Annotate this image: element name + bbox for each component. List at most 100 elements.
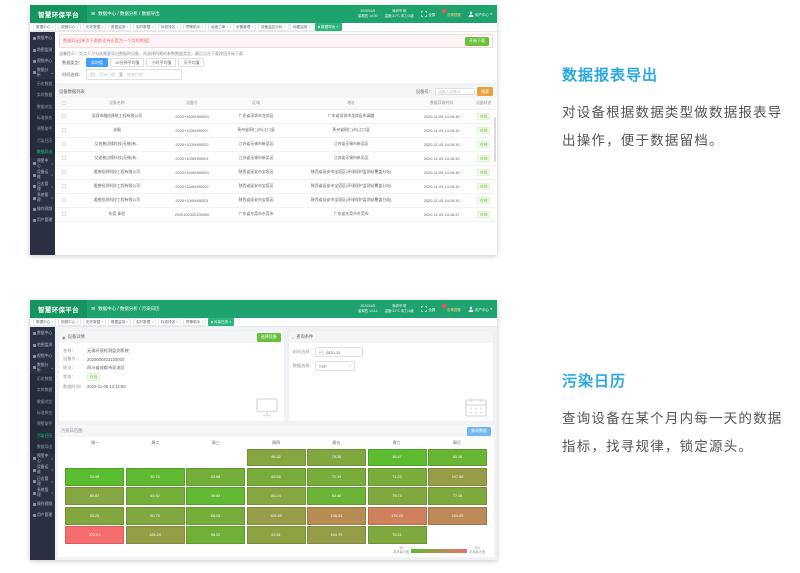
close-icon[interactable]: × [76, 320, 78, 324]
close-icon[interactable]: × [151, 320, 153, 324]
tab[interactable]: 数据中心× [33, 23, 56, 31]
calendar-cell[interactable]: 85.87 [65, 487, 124, 505]
tab[interactable]: 数据监测× [108, 318, 131, 326]
sidebar-item[interactable]: 日志管理▾ [30, 476, 55, 487]
calendar-cell[interactable]: 39.82 [186, 487, 245, 505]
sidebar-item[interactable]: 设备运维▾ [30, 465, 55, 476]
close-icon[interactable]: × [126, 25, 128, 29]
calendar-cell[interactable]: 92.61 [247, 526, 306, 544]
tab[interactable]: 实时数据× [133, 23, 156, 31]
tab[interactable]: 设备监控分析× [258, 23, 289, 31]
tab[interactable]: 视频中心× [58, 23, 81, 31]
data-type-select[interactable]: TSP ▾ [315, 361, 355, 371]
tab-active[interactable]: 数据导出× [315, 23, 341, 31]
close-icon[interactable]: × [51, 25, 53, 29]
tab[interactable]: 运维工单× [208, 23, 231, 31]
menu-toggle-icon[interactable]: ≡ [91, 306, 95, 313]
tab[interactable]: 预警助手× [183, 23, 206, 31]
calendar-cell[interactable]: 50.18 [428, 449, 487, 467]
search-button[interactable]: 搜索 [477, 87, 493, 96]
tab-active[interactable]: 污染日历× [208, 318, 234, 326]
close-icon[interactable]: × [336, 25, 338, 29]
calendar-cell[interactable]: 79.73 [368, 487, 427, 505]
sidebar-item[interactable]: 数据对比 [30, 101, 55, 112]
calendar-cell[interactable]: 79.36 [307, 449, 366, 467]
calendar-cell[interactable]: 33.48 [65, 468, 124, 486]
close-icon[interactable]: × [126, 320, 128, 324]
calendar-cell[interactable]: 36.47 [368, 449, 427, 467]
sidebar-item[interactable]: 用户管理 [30, 510, 55, 521]
calendar-cell[interactable]: 83.25 [65, 507, 124, 525]
row-checkbox[interactable] [62, 114, 66, 118]
tab[interactable]: 历史数据× [83, 23, 106, 31]
sidebar-item[interactable]: 视频中心 [30, 351, 55, 362]
close-icon[interactable]: × [101, 25, 103, 29]
tab[interactable]: 数据监测× [108, 23, 131, 31]
calendar-cell[interactable]: 58.22 [186, 526, 245, 544]
sidebar-item[interactable]: 预警助手 [30, 124, 55, 135]
sidebar-item[interactable]: 系统管理▾ [30, 487, 55, 498]
calendar-cell[interactable]: 77.18 [428, 487, 487, 505]
sidebar-item[interactable]: 数据对比 [30, 396, 55, 407]
calendar-cell[interactable]: 146.24 [307, 507, 366, 525]
calendar-cell[interactable]: 78.21 [368, 526, 427, 544]
sidebar-item[interactable]: 日志管理▾ [30, 181, 55, 192]
calendar-cell[interactable]: 80.73 [126, 507, 185, 525]
sidebar-item[interactable]: 系统管理▾ [30, 192, 55, 203]
sidebar-item[interactable]: 污染日历 [30, 431, 55, 442]
sidebar-item[interactable]: 历史数据 [30, 79, 55, 90]
calendar-cell[interactable]: 105.60 [247, 507, 306, 525]
select-all-checkbox[interactable] [62, 101, 66, 105]
menu-toggle-icon[interactable]: ≡ [91, 11, 95, 18]
sidebar-item[interactable]: 数据导出 [30, 442, 55, 453]
query-data-button[interactable]: 查询数据 [467, 427, 491, 436]
row-checkbox[interactable] [62, 170, 66, 174]
sidebar-item[interactable]: 用户管理 [30, 215, 55, 226]
close-icon[interactable]: × [101, 320, 103, 324]
tab[interactable]: 地图监测× [290, 23, 313, 31]
calendar-cell[interactable]: 68.05 [186, 507, 245, 525]
alert-button[interactable]: 告警提醒 [442, 12, 461, 17]
tab[interactable]: 设备管理× [233, 23, 256, 31]
select-device-button[interactable]: 选择设备 [257, 333, 281, 342]
calendar-cell[interactable]: 63.68 [186, 468, 245, 486]
calendar-cell[interactable]: 85.24 [247, 487, 306, 505]
row-checkbox[interactable] [62, 128, 66, 132]
calendar-cell[interactable]: 223.01 [65, 526, 124, 544]
start-download-button[interactable]: 开始下载 [465, 37, 489, 46]
close-icon[interactable]: × [76, 25, 78, 29]
sidebar-item[interactable]: 视频中心 [30, 56, 55, 67]
calendar-cell[interactable]: 104.79 [307, 526, 366, 544]
row-checkbox[interactable] [62, 212, 66, 216]
calendar-cell[interactable]: 53.48 [307, 487, 366, 505]
sidebar-item[interactable]: 操作视频 [30, 499, 55, 510]
tab[interactable]: 标准排名× [158, 318, 181, 326]
user-menu[interactable]: 用户中心 ▾ [468, 11, 492, 17]
data-type-option[interactable]: 10分钟平均值 [110, 58, 144, 67]
calendar-cell[interactable]: 69.55 [247, 468, 306, 486]
sidebar-item[interactable]: 污染日历 [30, 136, 55, 147]
calendar-cell[interactable]: 154.05 [428, 507, 487, 525]
data-type-option[interactable]: 小时平均值 [146, 58, 176, 67]
tab[interactable]: 实时数据× [133, 318, 156, 326]
sidebar-item[interactable]: 地图监测 [30, 44, 55, 55]
calendar-cell[interactable]: 63.92 [126, 487, 185, 505]
row-checkbox[interactable] [62, 156, 66, 160]
sidebar-item[interactable]: 实时数据 [30, 385, 55, 396]
close-icon[interactable]: × [283, 25, 285, 29]
data-type-option[interactable]: 实时值 [86, 58, 108, 67]
sidebar-item[interactable]: 标准排名 [30, 113, 55, 124]
sidebar-item[interactable]: 实时数据 [30, 90, 55, 101]
calendar-cell[interactable]: 105.24 [126, 526, 185, 544]
sidebar-item[interactable]: 预警中心▾ [30, 158, 55, 169]
sidebar-item[interactable]: 数据分析▴ [30, 67, 55, 78]
calendar-cell[interactable]: 71.23 [368, 468, 427, 486]
calendar-cell[interactable]: 85.32 [247, 449, 306, 467]
close-icon[interactable]: × [176, 25, 178, 29]
sidebar-item[interactable]: 数据导出 [30, 147, 55, 158]
close-icon[interactable]: × [251, 25, 253, 29]
tab[interactable]: 数据中心× [33, 318, 56, 326]
close-icon[interactable]: × [151, 25, 153, 29]
sidebar-item[interactable]: 数据中心 [30, 33, 55, 44]
calendar-cell[interactable]: 39.75 [126, 468, 185, 486]
